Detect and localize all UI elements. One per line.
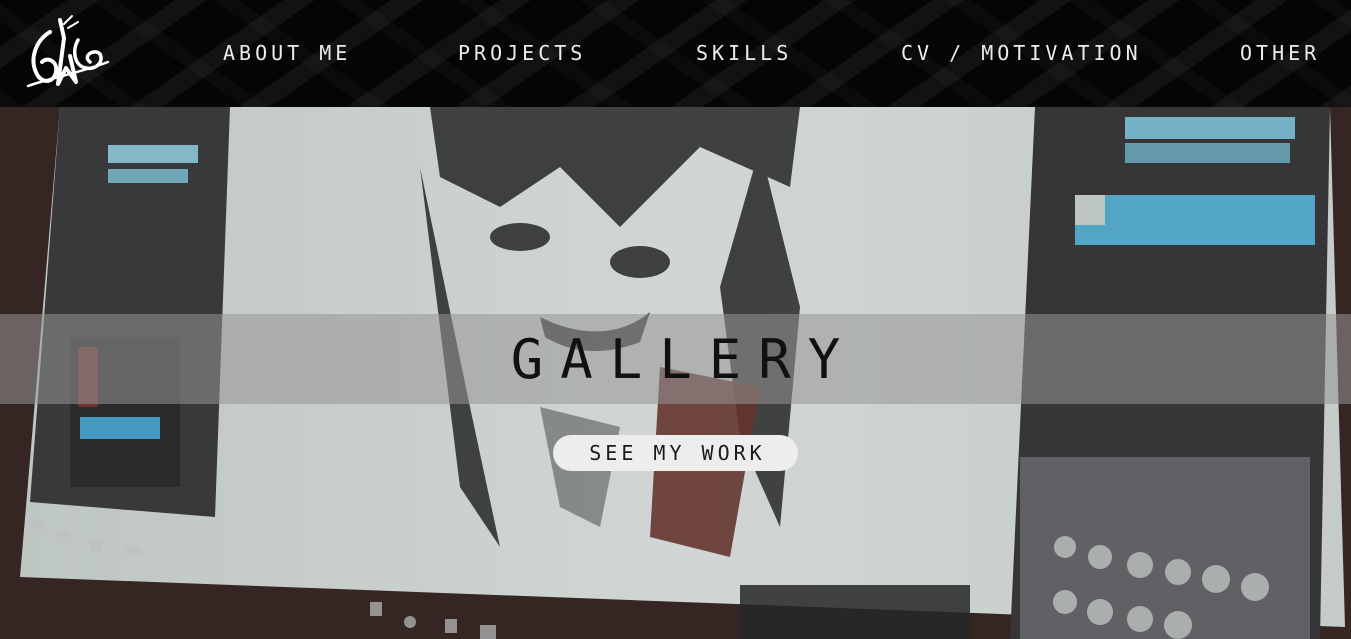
nav-projects[interactable]: PROJECTS bbox=[458, 40, 586, 66]
main-nav: ABOUT ME PROJECTS SKILLS CV / MOTIVATION… bbox=[0, 0, 1351, 107]
site-header: ABOUT ME PROJECTS SKILLS CV / MOTIVATION… bbox=[0, 0, 1351, 107]
nav-skills[interactable]: SKILLS bbox=[696, 40, 792, 66]
hero-section: GALLERY SEE MY WORK bbox=[0, 107, 1351, 639]
nav-other[interactable]: OTHER bbox=[1240, 40, 1320, 66]
nav-about-me[interactable]: ABOUT ME bbox=[223, 40, 351, 66]
see-my-work-button[interactable]: SEE MY WORK bbox=[553, 435, 798, 471]
title-band: GALLERY bbox=[0, 314, 1351, 404]
nav-cv-motivation[interactable]: CV / MOTIVATION bbox=[901, 40, 1142, 66]
page-title: GALLERY bbox=[510, 327, 858, 391]
